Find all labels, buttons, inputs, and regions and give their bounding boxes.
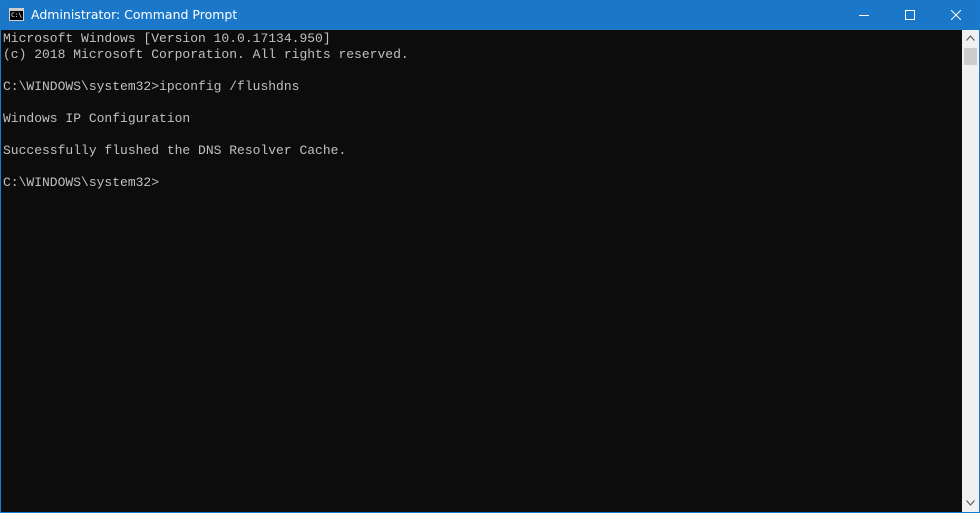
console-line-prompt[interactable]: C:\WINDOWS\system32> — [3, 175, 159, 191]
minimize-icon — [859, 15, 869, 16]
vertical-scrollbar[interactable] — [962, 30, 979, 512]
command-prompt-window: C:\ Administrator: Command Prompt Micros… — [0, 0, 980, 513]
scroll-down-arrow-icon — [966, 500, 975, 506]
scroll-up-button[interactable] — [962, 30, 979, 47]
console-line-flush-result: Successfully flushed the DNS Resolver Ca… — [3, 143, 347, 158]
minimize-button[interactable] — [841, 1, 887, 30]
console-line-copyright: (c) 2018 Microsoft Corporation. All righ… — [3, 47, 409, 62]
window-title: Administrator: Command Prompt — [31, 7, 238, 22]
close-button[interactable] — [933, 1, 979, 30]
console-output[interactable]: Microsoft Windows [Version 10.0.17134.95… — [1, 30, 962, 512]
console-line-command: C:\WINDOWS\system32>ipconfig /flushdns — [3, 79, 300, 94]
scrollbar-thumb[interactable] — [964, 48, 977, 65]
console-line-ip-config: Windows IP Configuration — [3, 111, 191, 126]
command-prompt-app-icon[interactable]: C:\ — [9, 8, 24, 21]
maximize-button[interactable] — [887, 1, 933, 30]
scroll-up-arrow-icon — [966, 35, 975, 41]
title-bar[interactable]: C:\ Administrator: Command Prompt — [1, 1, 979, 30]
maximize-icon — [905, 10, 915, 20]
close-icon — [951, 10, 961, 20]
app-icon-glyph: C:\ — [11, 11, 22, 19]
scroll-down-button[interactable] — [962, 495, 979, 512]
console-line-version: Microsoft Windows [Version 10.0.17134.95… — [3, 31, 331, 46]
